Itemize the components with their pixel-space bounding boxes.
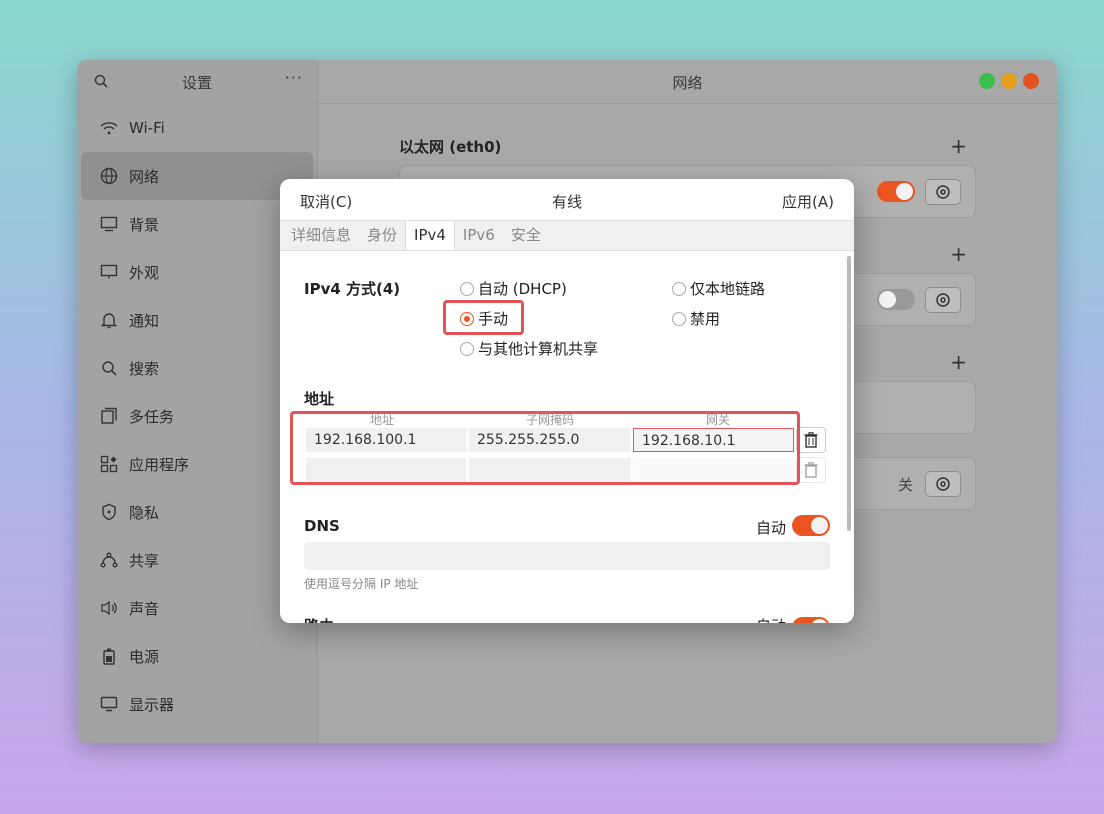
dialog-tabs: 详细信息 身份 IPv4 IPv6 安全 [280,221,854,251]
sidebar-header: 设置 ··· [77,60,317,104]
dns-input[interactable] [304,542,830,570]
tab-ipv6[interactable]: IPv6 [455,221,503,250]
tab-ipv4[interactable]: IPv4 [405,221,455,250]
method-disabled-radio[interactable]: 禁用 [672,308,720,329]
sidebar-item-label: 通知 [129,311,160,330]
menu-button[interactable]: ··· [285,68,303,87]
page-title: 网络 [672,74,703,92]
bell-icon [99,310,119,330]
dns-hint: 使用逗号分隔 IP 地址 [304,577,419,591]
routes-auto-toggle[interactable] [792,617,830,623]
sidebar-item-bell[interactable]: 通知 [81,296,313,344]
dialog-header: 取消(C) 有线 应用(A) [280,179,854,221]
tab-security[interactable]: 安全 [503,221,549,250]
sidebar-item-label: 搜索 [129,359,160,378]
sidebar-item-background[interactable]: 背景 [81,200,313,248]
ethernet-toggle[interactable] [877,181,915,202]
network-icon [99,166,119,186]
method-local-radio[interactable]: 仅本地链路 [672,278,765,299]
main-header: 网络 [318,60,1057,104]
add-vpn-button[interactable]: + [950,242,967,266]
gear-icon [936,185,950,199]
speaker-icon [99,598,119,618]
method-auto-radio[interactable]: 自动 (DHCP) [460,278,567,299]
shield-icon [99,502,119,522]
tab-identity[interactable]: 身份 [359,221,405,250]
sidebar-item-label: 多任务 [129,407,175,426]
apply-button[interactable]: 应用(A) [782,191,834,212]
sidebar-item-label: 隐私 [129,503,160,522]
appearance-icon [99,262,119,282]
sidebar-item-network[interactable]: 网络 [81,152,313,200]
routes-auto-label: 自动 [756,615,786,623]
sidebar-item-label: 声音 [129,599,160,618]
maximize-button[interactable] [979,73,995,89]
power-icon [99,646,119,666]
proxy-settings-button[interactable] [925,471,961,497]
trash-icon [804,462,818,478]
multitask-icon [99,406,119,426]
manual-highlight [443,300,524,335]
display-icon [99,694,119,714]
add-connection-button[interactable]: + [950,350,967,374]
sidebar-item-appearance[interactable]: 外观 [81,248,313,296]
sidebar-item-search[interactable]: 搜索 [81,344,313,392]
sidebar-item-label: 外观 [129,263,160,282]
vpn-toggle[interactable] [877,289,915,310]
dns-label: DNS [304,517,340,535]
scrollbar[interactable] [847,256,851,531]
delete-empty-row-button[interactable] [796,457,826,483]
window-controls [979,73,1039,89]
sidebar-item-speaker[interactable]: 声音 [81,584,313,632]
tab-details[interactable]: 详细信息 [283,221,359,250]
ethernet-settings-button[interactable] [925,179,961,205]
sidebar-item-label: 应用程序 [129,455,190,474]
wifi-icon [99,118,119,138]
add-ethernet-button[interactable]: + [950,134,967,158]
address-section-title: 地址 [304,390,335,408]
sidebar-item-label: 共享 [129,551,160,570]
delete-row-button[interactable] [796,427,826,453]
gear-icon [936,293,950,307]
sidebar-item-wifi[interactable]: Wi-Fi [81,104,313,152]
sidebar-item-label: Wi-Fi [129,119,165,137]
vpn-settings-button[interactable] [925,287,961,313]
sidebar-item-shield[interactable]: 隐私 [81,488,313,536]
sidebar-item-label: 显示器 [129,695,175,714]
sidebar-title: 设置 [181,74,212,92]
gear-icon [936,477,950,491]
ipv4-method-label: IPv4 方式(4) [304,280,401,298]
routes-label: 路由 [304,615,334,623]
dialog-body: IPv4 方式(4) 自动 (DHCP) 仅本地链路 手动 禁用 与其他计算机共… [280,251,854,623]
sidebar-item-label: 电源 [129,647,160,666]
sidebar-item-power[interactable]: 电源 [81,632,313,680]
proxy-status: 关 [897,476,913,494]
ethernet-title: 以太网 (eth0) [399,138,502,156]
dns-auto-toggle[interactable] [792,515,830,536]
sidebar-item-apps[interactable]: 应用程序 [81,440,313,488]
dialog-title: 有线 [551,193,582,211]
apps-icon [99,454,119,474]
dns-auto-label: 自动 [756,519,787,537]
method-shared-radio[interactable]: 与其他计算机共享 [460,338,598,359]
address-table-highlight [290,411,800,485]
trash-icon [804,432,818,448]
share-icon [99,550,119,570]
sidebar-item-multitask[interactable]: 多任务 [81,392,313,440]
close-button[interactable] [1023,73,1039,89]
background-icon [99,214,119,234]
sidebar-item-label: 背景 [129,215,160,234]
minimize-button[interactable] [1001,73,1017,89]
sidebar-item-share[interactable]: 共享 [81,536,313,584]
sidebar-item-label: 网络 [129,167,160,186]
search-icon [99,358,119,378]
sidebar-item-display[interactable]: 显示器 [81,680,313,728]
wired-dialog: 取消(C) 有线 应用(A) 详细信息 身份 IPv4 IPv6 安全 IPv4… [280,179,854,623]
